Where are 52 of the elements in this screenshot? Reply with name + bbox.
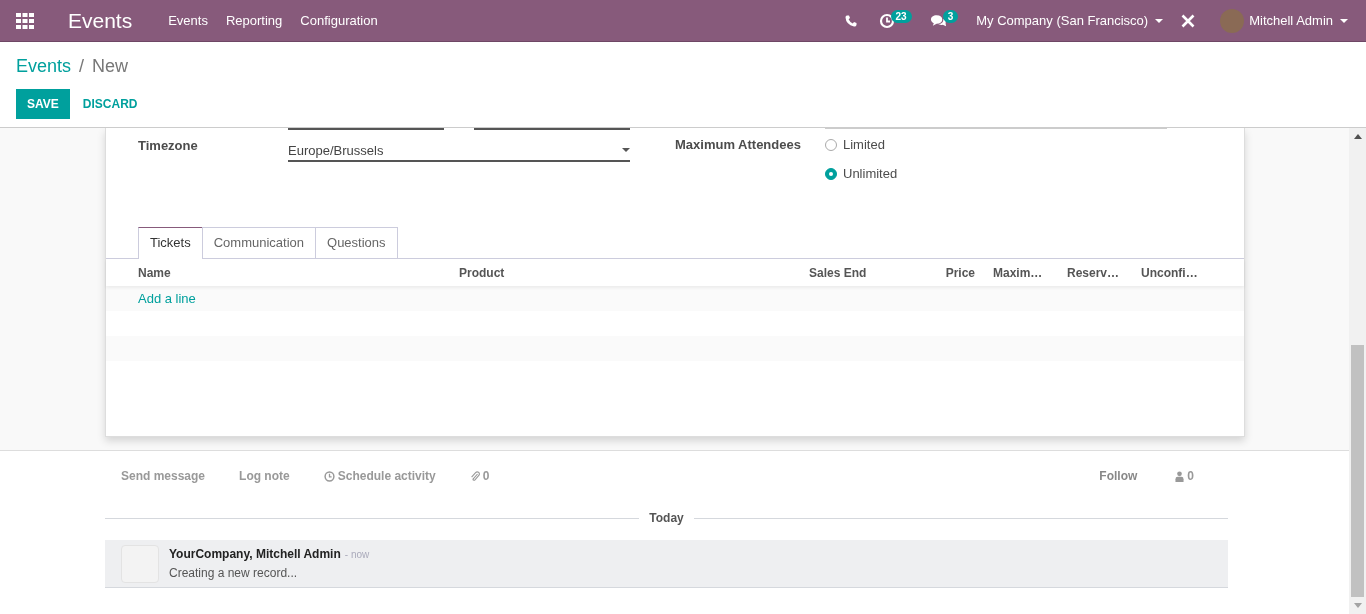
message-count-badge: 3 bbox=[942, 10, 959, 23]
tab[interactable]: Tickets bbox=[138, 227, 203, 259]
message-time: - now bbox=[344, 549, 370, 560]
radio-option[interactable]: Unlimited bbox=[825, 166, 898, 182]
follow-button[interactable]: Follow bbox=[1099, 469, 1138, 483]
column-header[interactable]: Sales End bbox=[809, 265, 929, 280]
clock-icon bbox=[323, 470, 335, 482]
field-label: Timezone bbox=[138, 138, 199, 154]
clock-icon[interactable] bbox=[878, 12, 895, 29]
tools-icon[interactable] bbox=[1181, 13, 1196, 28]
activity-count-badge: 23 bbox=[890, 10, 912, 23]
apps-menu-icon[interactable] bbox=[16, 12, 34, 29]
column-header[interactable]: Product bbox=[459, 265, 809, 280]
followers-button[interactable]: 0 bbox=[1175, 469, 1194, 483]
scrollbar[interactable] bbox=[1349, 128, 1366, 614]
column-header[interactable]: Name bbox=[138, 265, 459, 280]
scroll-up-icon[interactable] bbox=[1353, 134, 1362, 139]
menu-item[interactable]: Events bbox=[168, 13, 208, 28]
column-header[interactable]: Unconfi… bbox=[1141, 265, 1231, 280]
menu-item[interactable]: Configuration bbox=[300, 13, 378, 28]
breadcrumb-current: New bbox=[92, 55, 129, 77]
message-body: Creating a new record... bbox=[169, 566, 299, 580]
user-menu[interactable]: Mitchell Admin bbox=[1249, 13, 1348, 28]
field-label: Maximum Attendees bbox=[675, 137, 802, 154]
menu-item[interactable]: Reporting bbox=[225, 13, 283, 28]
timezone-select[interactable]: Europe/Brussels bbox=[288, 138, 630, 162]
save-button[interactable]: SAVE bbox=[16, 89, 70, 119]
column-header[interactable]: Reserv… bbox=[1067, 265, 1141, 280]
app-title: Events bbox=[68, 8, 133, 33]
add-line-link[interactable]: Add a line bbox=[138, 291, 196, 306]
tab[interactable]: Questions bbox=[315, 227, 398, 258]
discard-button[interactable]: DISCARD bbox=[71, 89, 149, 119]
radio-option[interactable]: Limited bbox=[825, 137, 898, 153]
column-header[interactable]: Price bbox=[929, 265, 975, 280]
person-icon bbox=[1175, 470, 1185, 482]
company-switcher[interactable]: My Company (San Francisco) bbox=[976, 13, 1164, 28]
chatter-action[interactable]: Send message bbox=[121, 469, 206, 483]
breadcrumb-link[interactable]: Events bbox=[16, 55, 72, 77]
chatter-action[interactable]: Log note bbox=[239, 469, 290, 483]
caret-icon bbox=[622, 148, 630, 152]
attachments-button[interactable]: 0 bbox=[469, 469, 490, 483]
chat-bubbles-icon[interactable] bbox=[929, 13, 947, 28]
column-header[interactable]: Maxim… bbox=[993, 265, 1067, 280]
breadcrumb-separator: / bbox=[79, 55, 85, 77]
scrollbar-thumb[interactable] bbox=[1351, 345, 1364, 597]
chatter-action[interactable]: Schedule activity bbox=[323, 469, 436, 483]
phone-icon[interactable] bbox=[844, 14, 857, 27]
message-author: YourCompany, Mitchell Admin bbox=[169, 547, 341, 561]
paperclip-icon bbox=[469, 470, 480, 482]
caret-icon bbox=[1155, 18, 1164, 23]
date-separator: Today bbox=[648, 511, 685, 525]
caret-icon bbox=[1340, 18, 1348, 23]
